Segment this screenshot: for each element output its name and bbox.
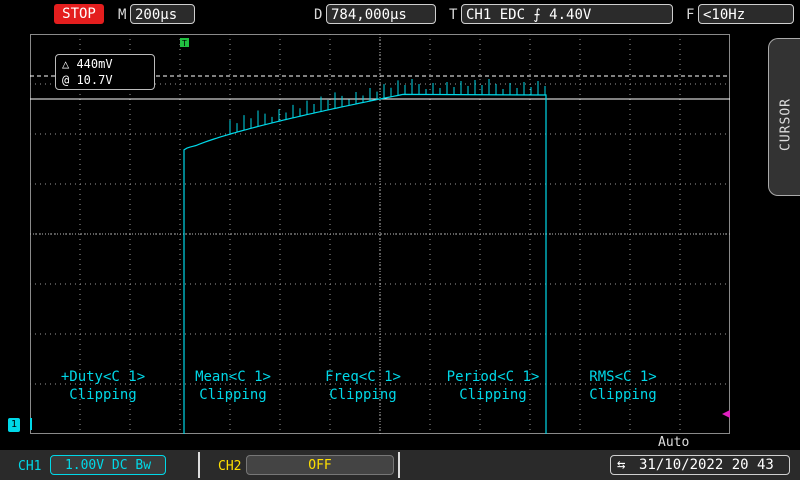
- frequency-value: <10Hz: [698, 4, 794, 24]
- separator: [398, 452, 400, 478]
- trigger-level-marker[interactable]: [722, 410, 730, 418]
- ch2-label: CH2: [218, 459, 242, 474]
- measurement-name: Mean<C 1>: [195, 369, 271, 385]
- datetime-box: ⇆ 31/10/2022 20 43: [610, 455, 790, 475]
- trigger-mode: Auto: [658, 435, 690, 450]
- measurement-status: Clipping: [459, 387, 527, 403]
- timebase-value[interactable]: 200µs: [130, 4, 195, 24]
- ch1-ground-marker[interactable]: [30, 418, 32, 430]
- cursor-softkey[interactable]: CURSOR: [768, 38, 800, 196]
- ch1-label: CH1: [18, 459, 42, 474]
- usb-icon: ⇆: [617, 457, 626, 473]
- measurement-name: RMS<C 1>: [589, 369, 657, 385]
- separator: [198, 452, 200, 478]
- ch2-setting[interactable]: OFF: [246, 455, 394, 475]
- datetime: 31/10/2022 20 43: [639, 457, 774, 473]
- trigger-marker-label: T: [182, 39, 187, 48]
- measurement-period: Period<C 1> Clipping: [428, 368, 558, 404]
- measurement-mean: Mean<C 1> Clipping: [168, 368, 298, 404]
- measurement-rms: RMS<C 1> Clipping: [558, 368, 688, 404]
- top-status-bar: STOP M 200µs D 784,000µs T CH1 EDC ⨍ 4.4…: [0, 0, 800, 32]
- trigger-setting[interactable]: CH1 EDC ⨍ 4.40V: [461, 4, 673, 24]
- measurement-status: Clipping: [199, 387, 267, 403]
- measurement-duty: +Duty<C 1> Clipping: [38, 368, 168, 404]
- measurement-status: Clipping: [329, 387, 397, 403]
- cursor-delta-value: △ 440mV: [62, 57, 113, 71]
- delay-label: D: [314, 7, 323, 23]
- measurement-name: +Duty<C 1>: [60, 369, 146, 385]
- cursor-readout: △ 440mV @ 10.7V: [55, 54, 155, 90]
- delay-value[interactable]: 784,000µs: [326, 4, 436, 24]
- cursor-softkey-label: CURSOR: [778, 98, 794, 151]
- timebase-label: M: [118, 7, 127, 23]
- measurement-status: Clipping: [589, 387, 657, 403]
- frequency-label: F: [686, 7, 695, 23]
- cursor-position-value: @ 10.7V: [62, 73, 113, 87]
- measurement-name: Freq<C 1>: [325, 369, 401, 385]
- trigger-label: T: [449, 7, 458, 23]
- ch1-setting[interactable]: 1.00V DC Bw: [50, 455, 166, 475]
- measurement-name: Period<C 1>: [446, 369, 540, 385]
- run-stop-indicator[interactable]: STOP: [54, 4, 104, 24]
- ch1-offset-marker[interactable]: 1: [8, 418, 20, 432]
- bottom-status-bar: CH1 1.00V DC Bw CH2 OFF ⇆ 31/10/2022 20 …: [0, 450, 800, 480]
- measurement-freq: Freq<C 1> Clipping: [298, 368, 428, 404]
- measurement-status: Clipping: [69, 387, 137, 403]
